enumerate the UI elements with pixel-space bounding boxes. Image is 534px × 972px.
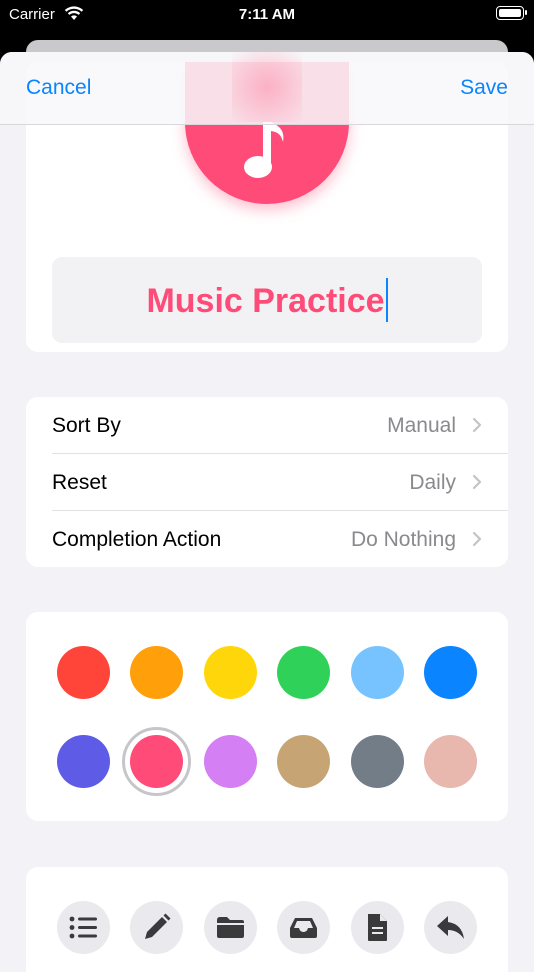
icon-option-list[interactable] — [57, 901, 110, 954]
color-swatch-orange[interactable] — [130, 646, 183, 699]
completion-action-label: Completion Action — [52, 528, 222, 551]
folder-icon — [217, 917, 244, 938]
color-swatch-purple[interactable] — [204, 735, 257, 788]
color-swatch-tan[interactable] — [277, 735, 330, 788]
chevron-right-icon — [472, 531, 482, 547]
list-name-value: Music Practice — [146, 281, 385, 320]
list-icon — [69, 916, 97, 939]
sort-by-label: Sort By — [52, 414, 121, 437]
color-picker-card — [26, 612, 508, 821]
reset-value: Daily — [409, 471, 456, 494]
color-swatch-pink[interactable] — [122, 727, 191, 796]
text-caret — [385, 278, 388, 322]
icon-option-reply[interactable] — [424, 901, 477, 954]
list-name-text: Music Practice — [52, 278, 482, 325]
edit-list-sheet: Cancel Save Music Practice Sort By Manua… — [0, 52, 534, 972]
icon-option-pencil[interactable] — [130, 901, 183, 954]
color-swatch-light-blue[interactable] — [351, 646, 404, 699]
reply-icon — [437, 916, 464, 939]
icon-option-folder[interactable] — [204, 901, 257, 954]
icon-option-tray[interactable] — [277, 901, 330, 954]
color-swatch-rose[interactable] — [424, 735, 477, 788]
clock: 7:11 AM — [238, 6, 296, 23]
status-bar: Carrier 7:11 AM — [0, 0, 534, 30]
icon-glow — [232, 52, 302, 122]
color-swatch-gray[interactable] — [351, 735, 404, 788]
list-name-field[interactable]: Music Practice — [52, 257, 482, 343]
document-icon — [368, 914, 387, 941]
color-swatch-red[interactable] — [57, 646, 110, 699]
chevron-right-icon — [472, 474, 482, 490]
color-swatch-green[interactable] — [277, 646, 330, 699]
reset-label: Reset — [52, 471, 107, 494]
settings-card: Sort By Manual Reset Daily Completion Ac… — [26, 397, 508, 567]
color-swatch-indigo[interactable] — [57, 735, 110, 788]
icon-picker-card — [26, 867, 508, 972]
icon-option-document[interactable] — [351, 901, 404, 954]
tray-icon — [290, 918, 317, 938]
save-button[interactable]: Save — [460, 76, 508, 100]
reset-row[interactable]: Reset Daily — [26, 454, 508, 510]
cancel-button[interactable]: Cancel — [26, 76, 91, 100]
sort-by-value: Manual — [387, 414, 456, 437]
color-swatch-blue[interactable] — [424, 646, 477, 699]
pencil-icon — [145, 913, 171, 939]
completion-action-value: Do Nothing — [350, 528, 456, 551]
color-swatch-yellow[interactable] — [204, 646, 257, 699]
chevron-right-icon — [472, 417, 482, 433]
completion-action-row[interactable]: Completion Action Do Nothing — [26, 511, 508, 567]
music-note-icon — [244, 122, 284, 178]
sort-by-row[interactable]: Sort By Manual — [26, 397, 508, 453]
battery-icon — [496, 6, 527, 20]
